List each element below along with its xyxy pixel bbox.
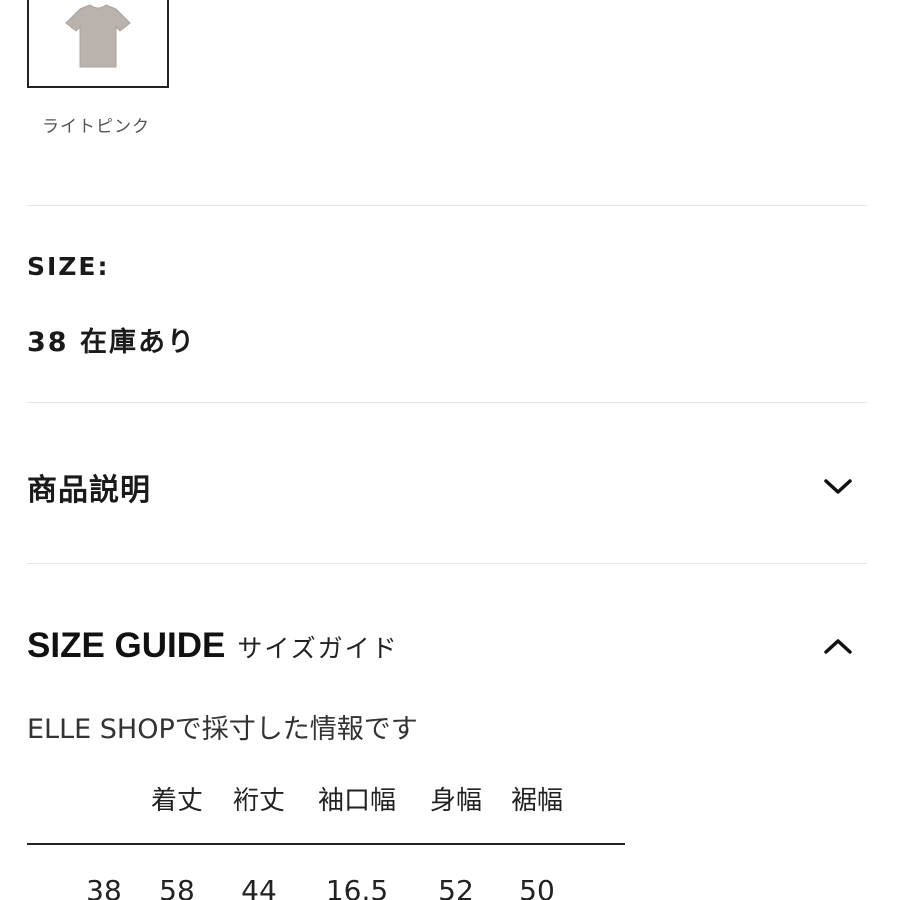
tshirt-thumbnail-icon [65,4,131,68]
table-row: 38 58 44 16.5 52 50 [0,874,900,900]
column-header: 裄丈 [232,786,286,816]
divider [27,205,867,206]
product-detail-page: ライトピンク SIZE: 38 在庫あり 商品説明 SIZE GUIDE サイズ… [0,0,900,900]
divider [27,402,867,403]
size-cell: 38 [86,874,122,900]
size-guide-title: SIZE GUIDE [27,626,226,665]
table-cell: 16.5 [325,874,389,900]
table-cell: 52 [438,874,474,900]
column-header: 袖口幅 [317,786,397,816]
table-rule [27,843,625,845]
product-description-toggle[interactable]: 商品説明 [27,462,867,512]
size-option[interactable]: 38 在庫あり [27,320,196,359]
size-guide-heading: SIZE GUIDE サイズガイド [27,626,399,666]
chevron-down-icon[interactable] [821,470,855,504]
size-guide-note: ELLE SHOPで採寸した情報です [27,714,418,745]
size-table-header: 着丈 裄丈 袖口幅 身幅 裾幅 [0,780,900,816]
table-cell: 44 [241,874,277,900]
color-swatch-label: ライトピンク [42,117,150,137]
column-header: 身幅 [429,786,483,816]
size-guide-subtitle: サイズガイド [237,634,399,663]
divider [27,563,867,564]
chevron-up-icon[interactable] [821,629,855,663]
color-swatch[interactable] [27,0,169,88]
table-cell: 50 [519,874,555,900]
table-cell: 58 [159,874,195,900]
column-header: 裾幅 [510,786,564,816]
column-header: 着丈 [150,786,204,816]
product-description-title: 商品説明 [27,473,151,508]
size-guide-toggle[interactable]: SIZE GUIDE サイズガイド [27,620,867,672]
size-heading: SIZE: [27,252,110,281]
